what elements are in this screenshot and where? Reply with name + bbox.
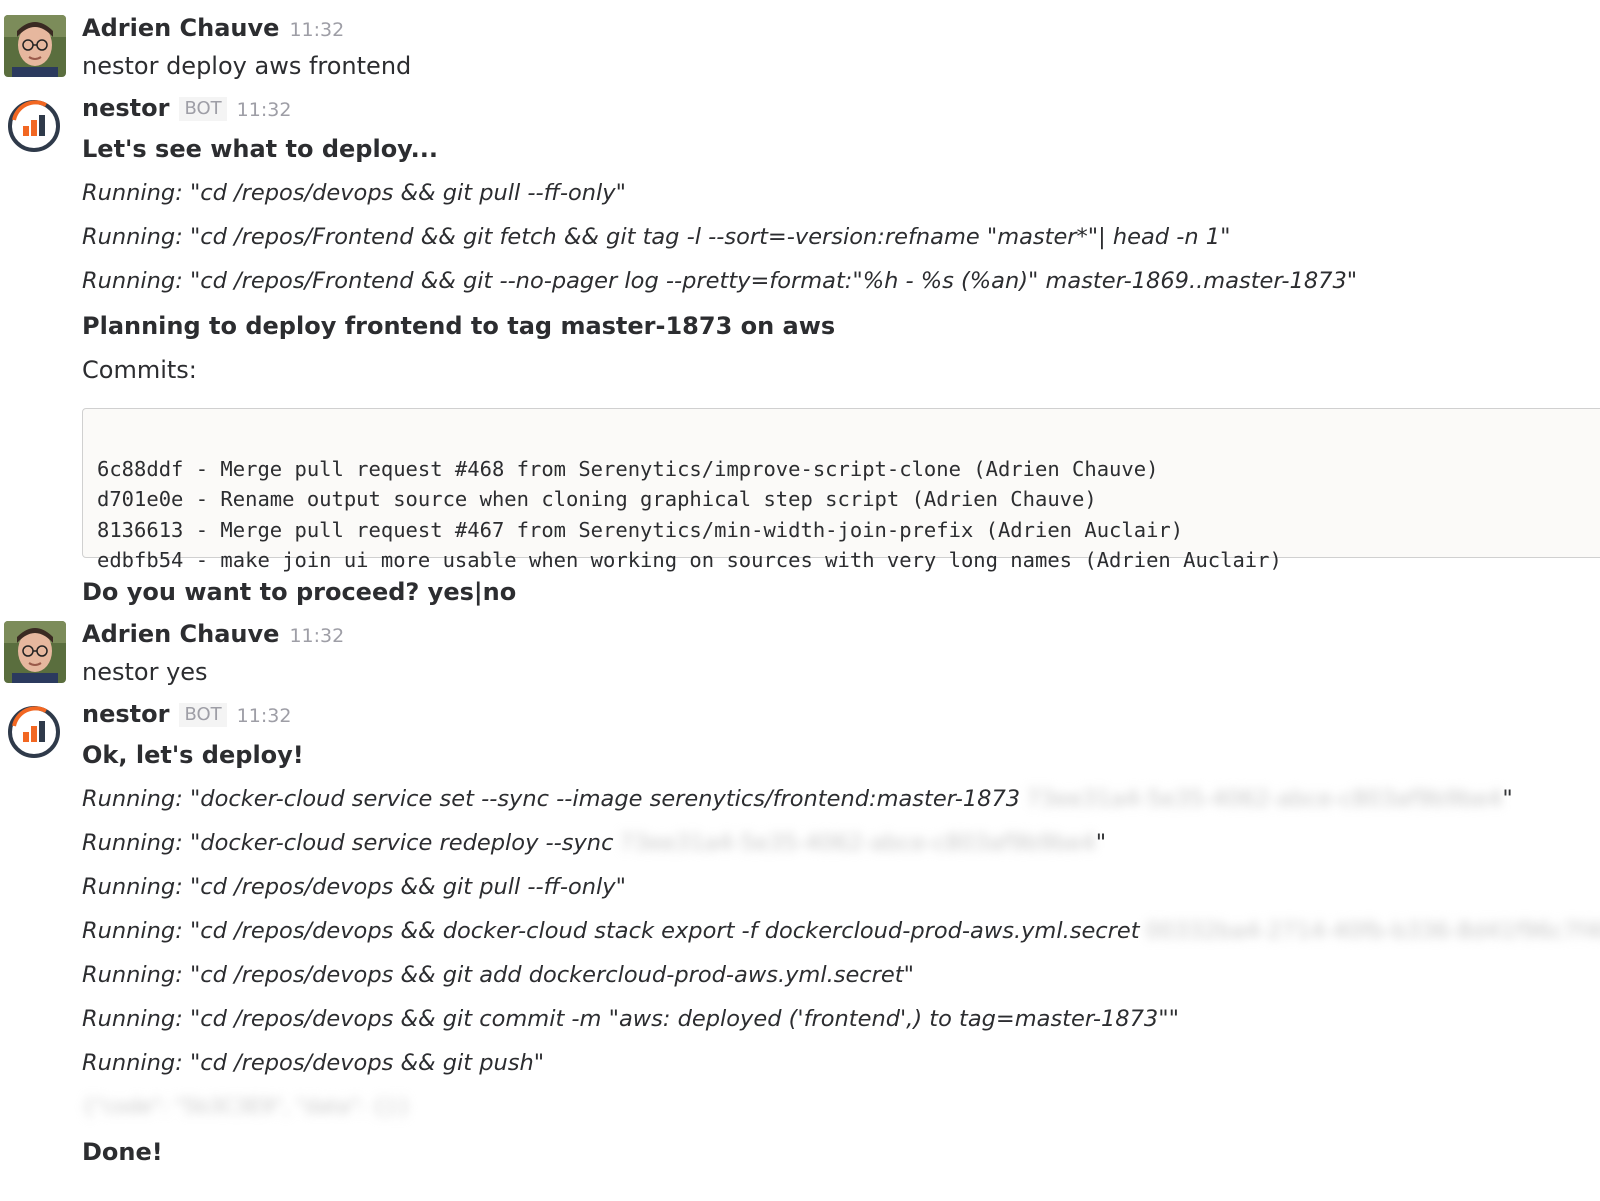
done-text: Done! [82, 1138, 163, 1166]
command-text: Running: "cd /repos/devops && git add do… [82, 962, 914, 988]
command-text: Running: "docker-cloud service redeploy … [82, 830, 614, 856]
message-text: nestor deploy aws frontend [82, 52, 412, 80]
user-avatar-icon [4, 621, 66, 683]
bot-avatar[interactable] [6, 98, 62, 154]
message-text: nestor yes [82, 658, 208, 686]
command-line: Running: "cd /repos/devops && git add do… [82, 962, 914, 988]
commits-code-block[interactable]: 6c88ddf - Merge pull request #468 from S… [82, 408, 1600, 572]
timestamp[interactable]: 11:32 [289, 19, 344, 41]
bot-badge: BOT [179, 97, 227, 121]
commits-label: Commits: [82, 356, 197, 384]
nestor-logo-icon [8, 100, 60, 152]
author-name[interactable]: Adrien Chauve [82, 14, 279, 42]
command-text: Running: "docker-cloud service set --syn… [82, 786, 1021, 812]
command-line: Running: "docker-cloud service redeploy … [82, 830, 1106, 856]
command-line: Running: "cd /repos/Frontend && git --no… [82, 268, 1358, 294]
command-text: Running: "cd /repos/devops && git commit… [82, 1006, 1179, 1032]
proceed-question: Do you want to proceed? yes|no [82, 578, 517, 606]
redacted-result-text: {"code": "5b3C3E9", "data": {}} [82, 1094, 411, 1118]
commit-line: 8136613 - Merge pull request #467 from S… [97, 517, 1184, 542]
message-header: nestor BOT 11:32 [82, 700, 291, 728]
command-text: Running: "cd /repos/devops && git push" [82, 1050, 545, 1076]
commit-line: 6c88ddf - Merge pull request #468 from S… [97, 456, 1159, 481]
timestamp[interactable]: 11:32 [237, 705, 292, 727]
nestor-logo-icon [8, 706, 60, 758]
message-title: Let's see what to deploy... [82, 135, 438, 163]
timestamp[interactable]: 11:32 [289, 625, 344, 647]
author-name[interactable]: nestor [82, 94, 169, 122]
author-name[interactable]: Adrien Chauve [82, 620, 279, 648]
commit-line: d701e0e - Rename output source when clon… [97, 487, 1097, 511]
command-line: Running: "cd /repos/devops && git push" [82, 1050, 544, 1076]
command-line: Running: "cd /repos/Frontend && git fetc… [82, 224, 1231, 250]
message-header: Adrien Chauve 11:32 [82, 620, 344, 648]
message-title: Ok, let's deploy! [82, 741, 304, 769]
avatar[interactable] [4, 15, 66, 77]
user-avatar-icon [4, 15, 66, 77]
command-line: Running: "docker-cloud service set --syn… [82, 786, 1513, 812]
avatar[interactable] [4, 621, 66, 683]
bot-avatar[interactable] [6, 704, 62, 760]
bot-badge: BOT [179, 703, 227, 727]
redacted-id: 73ee31a4-5e35-4062-abce-c803af9b9be4 [1026, 786, 1503, 812]
redacted-id: 00332ba4-2714-40fb-b336-8d41f96c7f400 [1145, 918, 1600, 944]
command-line: Running: "cd /repos/devops && docker-clo… [82, 918, 1600, 944]
author-name[interactable]: nestor [82, 700, 169, 728]
commit-line: edbfb54 - make join ui more usable when … [97, 548, 1282, 572]
command-text: Running: "cd /repos/devops && docker-clo… [82, 918, 1140, 944]
command-suffix: " [1502, 786, 1513, 812]
redacted-id: 73ee31a4-5e35-4062-abce-c803af9b9be4 [619, 830, 1096, 856]
command-line: Running: "cd /repos/devops && git pull -… [82, 874, 626, 900]
timestamp[interactable]: 11:32 [237, 99, 292, 121]
command-text: Running: "cd /repos/devops && git pull -… [82, 874, 626, 900]
command-line: Running: "cd /repos/devops && git pull -… [82, 180, 626, 206]
deploy-plan: Planning to deploy frontend to tag maste… [82, 312, 836, 340]
command-line: Running: "cd /repos/devops && git commit… [82, 1006, 1179, 1032]
message-header: nestor BOT 11:32 [82, 94, 291, 122]
redacted-result: {"code": "5b3C3E9", "data": {}} [82, 1094, 410, 1118]
command-suffix: " [1095, 830, 1107, 856]
message-header: Adrien Chauve 11:32 [82, 14, 344, 42]
